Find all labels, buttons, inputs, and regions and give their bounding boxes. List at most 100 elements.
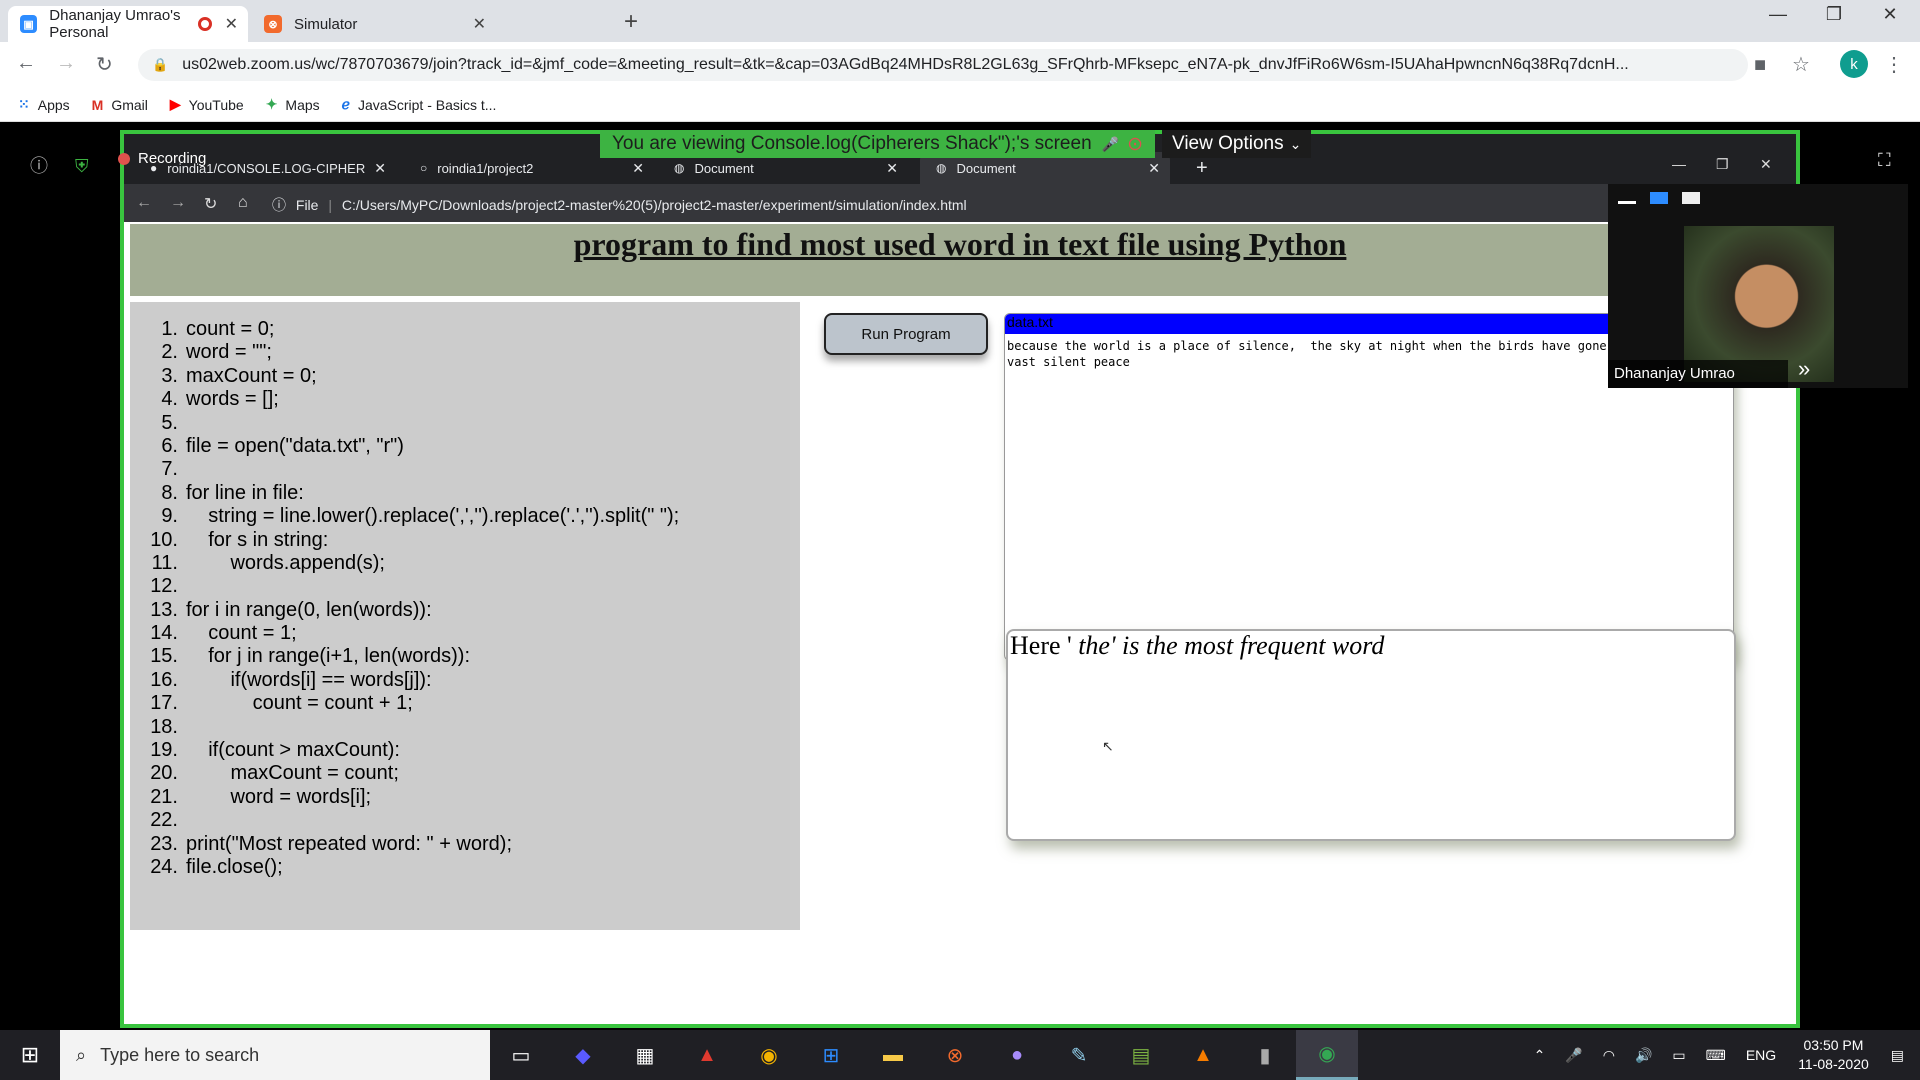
bookmark-youtube[interactable]: ▶ YouTube (170, 96, 244, 113)
chrome-icon[interactable]: ◉ (738, 1030, 800, 1080)
line-number: 9. (161, 505, 178, 528)
code-line: 23. print("Most repeated word: " + word); (146, 833, 800, 856)
close-tab-icon[interactable]: ✕ (225, 14, 238, 34)
restore-icon[interactable]: ❐ (1716, 156, 1729, 173)
bookmark-star-icon[interactable]: ☆ (1792, 52, 1810, 77)
chevron-up-icon[interactable]: ⌃ (1534, 1047, 1546, 1064)
battery-icon[interactable]: ▭ (1672, 1047, 1685, 1064)
back-arrow-icon[interactable]: ← (136, 194, 152, 212)
restore-icon[interactable]: ❐ (1810, 4, 1858, 25)
shared-address-bar: ← → ↻ ⌂ ⓘ File | C:/Users/MyPC/Downloads… (124, 184, 1796, 222)
shared-url[interactable]: ⓘ File | C:/Users/MyPC/Downloads/project… (272, 195, 967, 215)
code-line: 7. (146, 458, 800, 481)
close-window-icon[interactable]: ✕ (1866, 4, 1914, 25)
info-icon[interactable]: ⓘ (30, 156, 48, 176)
line-number: 11. (151, 551, 178, 574)
url-omnibox[interactable]: 🔒 us02web.zoom.us/wc/7870703679/join?tra… (138, 49, 1748, 81)
line-number: 8. (161, 481, 178, 504)
calculator-icon[interactable]: ▦ (614, 1030, 676, 1080)
notepad-icon[interactable]: ▤ (1110, 1030, 1172, 1080)
forward-arrow-icon[interactable]: → (56, 52, 76, 75)
simulation-page: program to find most used word in text f… (124, 222, 1796, 1024)
acrobat-icon[interactable]: ▲ (676, 1030, 738, 1080)
participant-video[interactable]: Dhananjay Umrao » (1608, 184, 1908, 388)
chrome-active-icon[interactable]: ◉ (1296, 1030, 1358, 1080)
line-number: 24. (150, 855, 178, 878)
file-label: File (295, 197, 319, 213)
volume-icon[interactable]: 🔊 (1635, 1047, 1652, 1064)
code-line: 19. if(count > maxCount): (146, 739, 800, 762)
forward-arrow-icon[interactable]: → (170, 194, 186, 212)
vlc-icon[interactable]: ▲ (1172, 1030, 1234, 1080)
fullscreen-icon[interactable]: ⛶ (1878, 150, 1891, 171)
minimize-video-icon[interactable] (1618, 192, 1636, 204)
participant-name: Dhananjay Umrao (1608, 360, 1788, 388)
microphone-icon[interactable]: 🎤 (1565, 1047, 1582, 1064)
chevron-right-icon[interactable]: » (1798, 356, 1810, 382)
home-icon[interactable]: ⌂ (238, 194, 248, 212)
tab-title: Simulator (294, 15, 358, 33)
shield-icon[interactable]: ⛨ (75, 156, 89, 176)
view-options-button[interactable]: View Options ⌄ (1162, 130, 1312, 158)
tab-zoom-meeting[interactable]: ▣ Dhananjay Umrao's Personal ✕ (8, 6, 248, 42)
run-program-button[interactable]: Run Program (824, 313, 988, 355)
close-tab-icon[interactable]: ✕ (1148, 160, 1160, 177)
store-icon[interactable]: ⊞ (800, 1030, 862, 1080)
code-panel: 1. count = 0; 2. word = ""; 3. maxCount = 0; 4… (130, 302, 800, 930)
code-line: 10. for s in string: (146, 529, 800, 552)
profile-avatar[interactable]: k (1840, 50, 1868, 78)
line-number: 3. (161, 364, 178, 387)
line-number: 7. (161, 458, 178, 481)
github-desktop-icon[interactable]: ● (986, 1030, 1048, 1080)
camera-icon[interactable]: ■ (1754, 54, 1766, 77)
recording-label: Recording (138, 150, 207, 167)
code-text: if(count > maxCount): (186, 739, 400, 762)
tab-simulator[interactable]: ⊗ Simulator ✕ (252, 6, 496, 42)
paint-icon[interactable]: ✎ (1048, 1030, 1110, 1080)
keyboard-icon[interactable]: ⌨ (1706, 1047, 1726, 1064)
new-tab-button[interactable]: + (624, 8, 638, 36)
gallery-view-icon[interactable] (1682, 192, 1700, 204)
taskbar-search[interactable]: ⌕ Type here to search (60, 1030, 490, 1080)
back-arrow-icon[interactable]: ← (16, 52, 36, 75)
task-view-icon[interactable]: ▭ (490, 1030, 552, 1080)
code-text: count = count + 1; (186, 692, 413, 715)
wifi-icon[interactable]: ◠ (1603, 1047, 1615, 1064)
reload-icon[interactable]: ↻ (96, 52, 113, 77)
line-number: 16. (150, 668, 178, 691)
close-window-icon[interactable]: ✕ (1760, 156, 1772, 173)
close-tab-icon[interactable]: ✕ (886, 160, 898, 177)
code-line: 18. (146, 716, 800, 739)
shared-screen: ● roindia1/CONSOLE.LOG-CIPHER ✕ ○ roindi… (120, 130, 1800, 1028)
bookmark-javascript[interactable]: ℯ JavaScript - Basics t... (342, 96, 497, 113)
code-line: 17. count = count + 1; (146, 692, 800, 715)
minimize-icon[interactable]: — (1754, 4, 1802, 25)
app-icon-1[interactable]: ◆ (552, 1030, 614, 1080)
language-indicator[interactable]: ENG (1746, 1047, 1776, 1063)
youtube-icon: ▶ (169, 96, 181, 112)
clock-date: 11-08-2020 (1798, 1056, 1869, 1072)
viewing-label: You are viewing Console.log(Cipherers Sh… (612, 133, 1092, 154)
code-line: 21. word = words[i]; (146, 786, 800, 809)
bookmark-apps[interactable]: ⁙ Apps (18, 96, 70, 113)
close-tab-icon[interactable]: ✕ (374, 160, 386, 177)
menu-kebab-icon[interactable]: ⋮ (1884, 52, 1904, 77)
close-tab-icon[interactable]: ✕ (473, 14, 486, 34)
bookmark-maps[interactable]: ✦ Maps (266, 96, 320, 113)
code-line: 8. for line in file: (146, 482, 800, 505)
line-number: 4. (161, 388, 178, 411)
code-text: for line in file: (186, 481, 304, 504)
usb-icon[interactable]: ▮ (1234, 1030, 1296, 1080)
active-speaker-view-icon[interactable] (1650, 192, 1668, 204)
minimize-icon[interactable]: — (1672, 156, 1686, 172)
bookmark-gmail[interactable]: M Gmail (92, 97, 148, 113)
file-explorer-icon[interactable]: ▬ (862, 1030, 924, 1080)
notifications-icon[interactable]: ▤ (1891, 1047, 1904, 1064)
line-number: 5. (161, 411, 178, 434)
xampp-icon[interactable]: ⊗ (924, 1030, 986, 1080)
windows-start-icon[interactable]: ⊞ (0, 1042, 60, 1068)
record-dot-icon (118, 152, 130, 165)
reload-icon[interactable]: ↻ (204, 194, 217, 214)
clock[interactable]: 03:50 PM 11-08-2020 (1798, 1036, 1869, 1074)
close-tab-icon[interactable]: ✕ (632, 160, 644, 177)
